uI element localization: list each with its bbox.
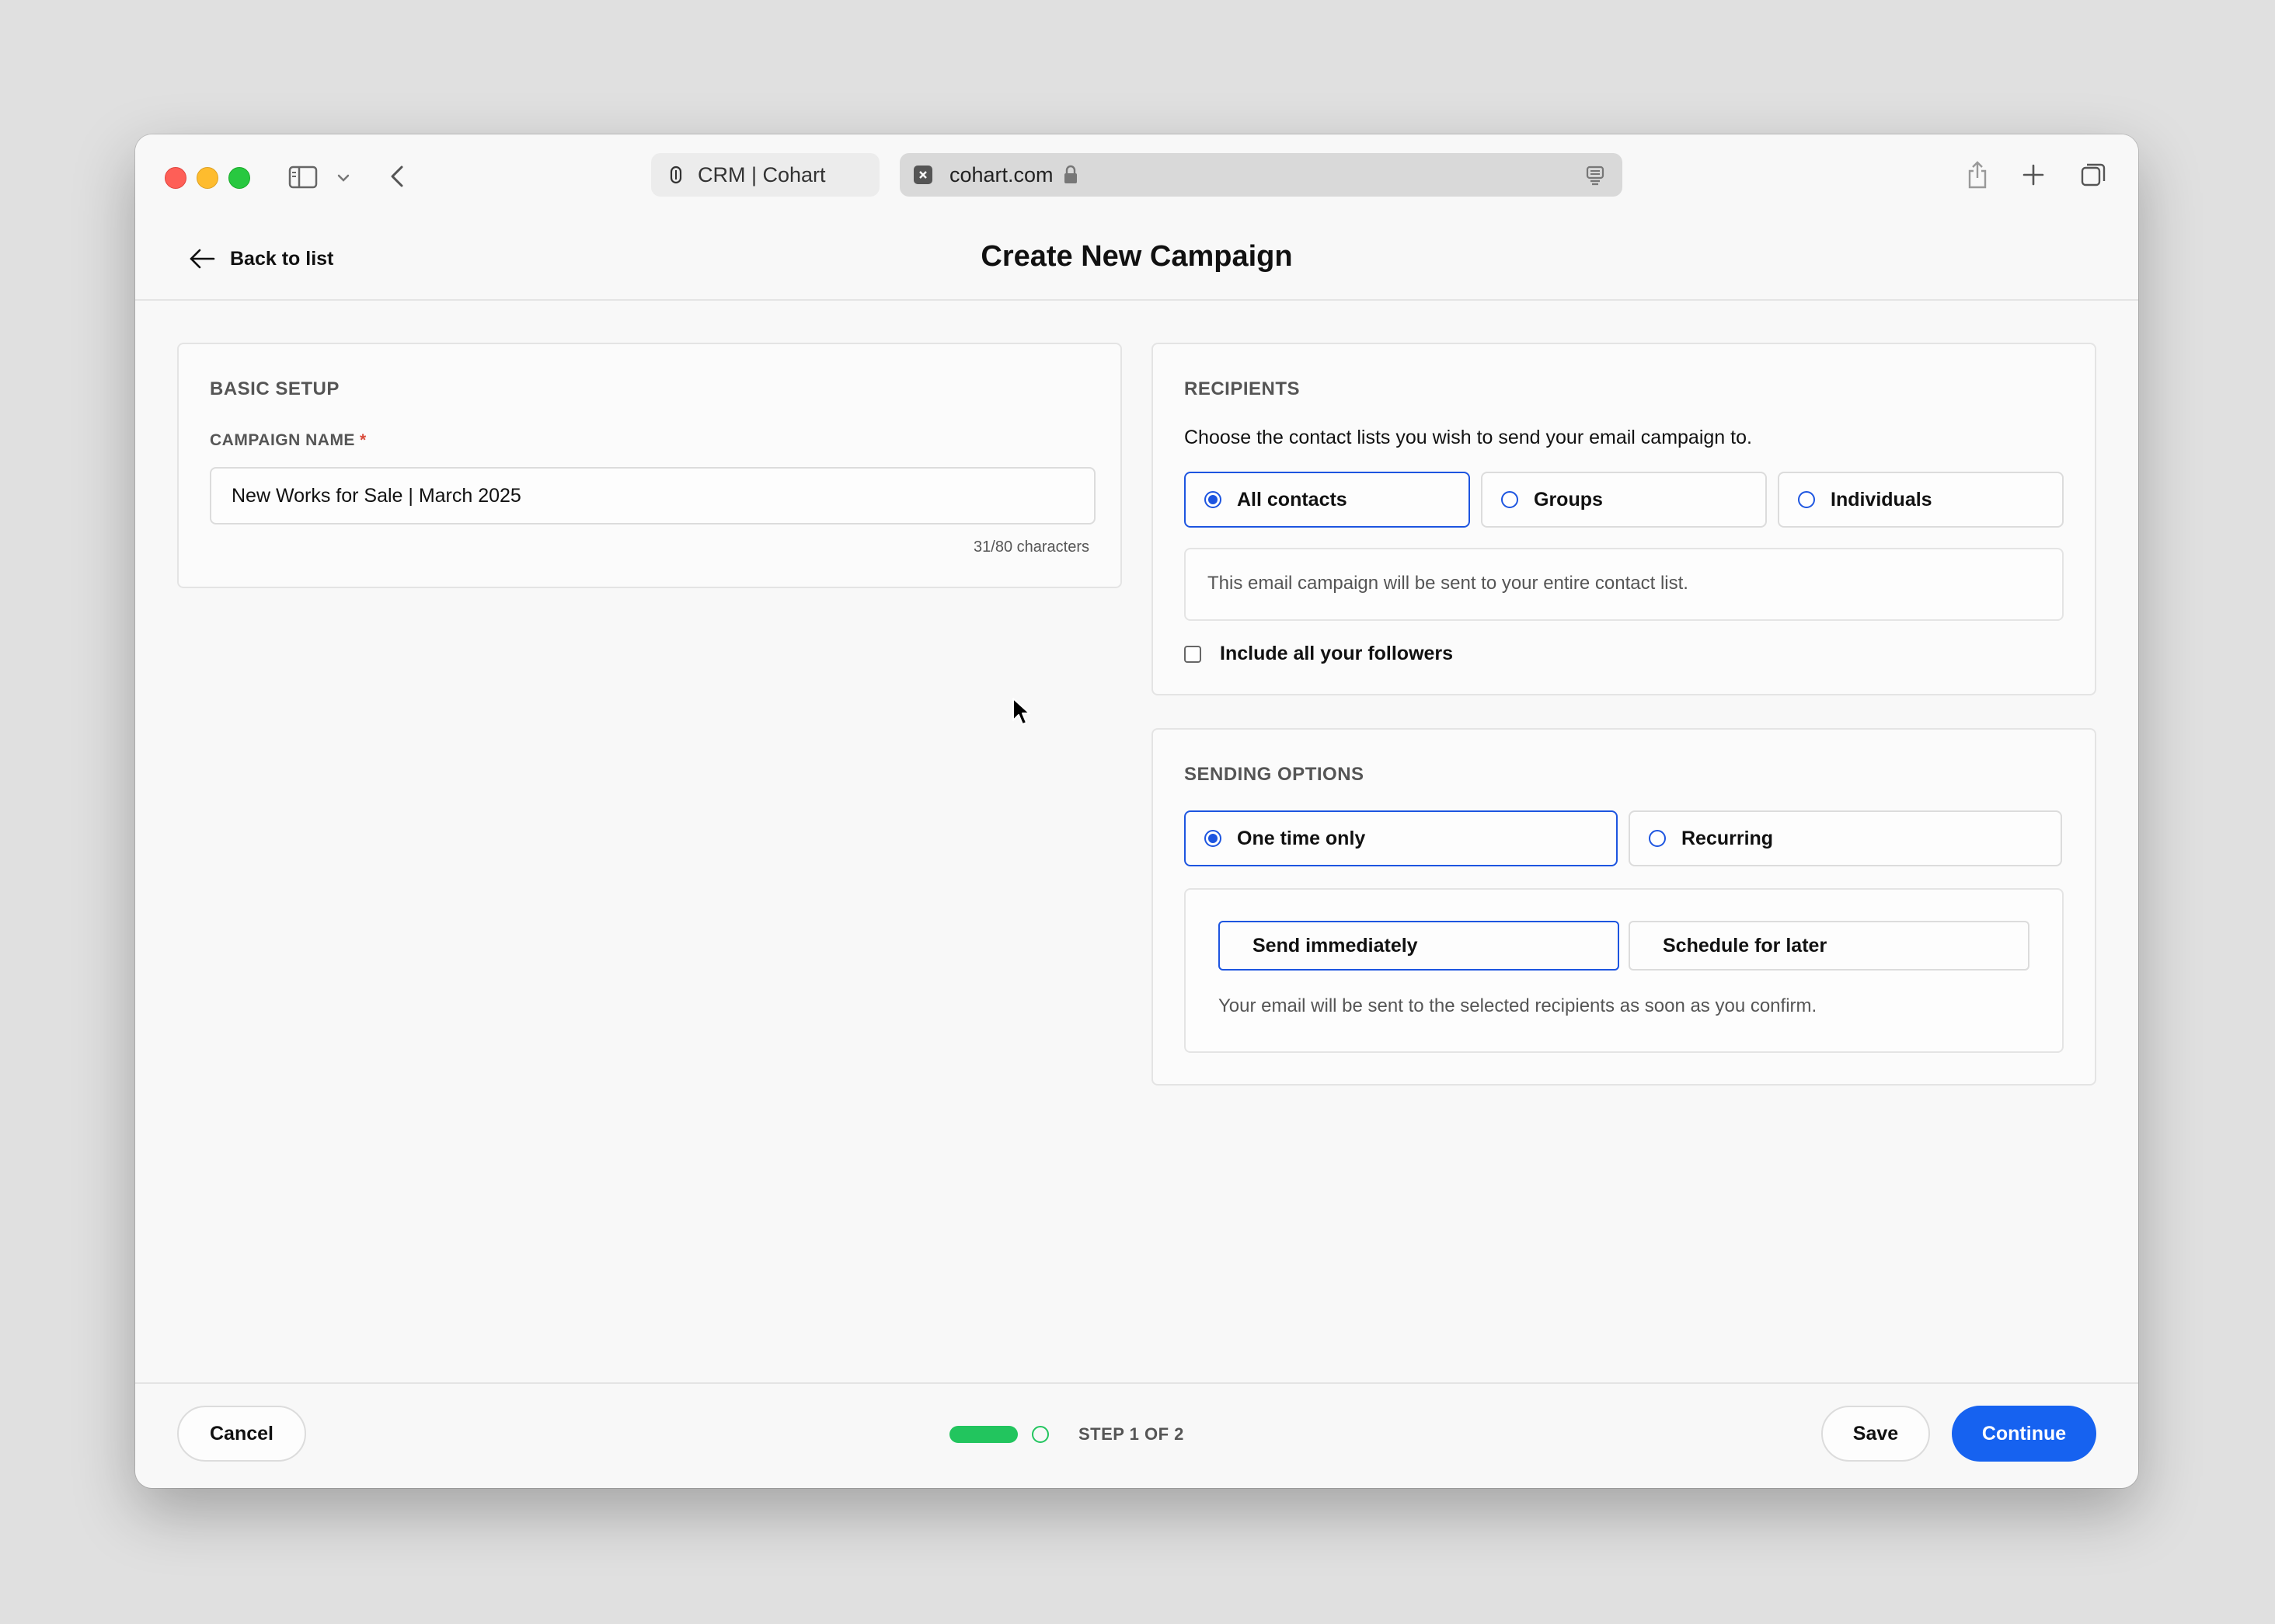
recipients-info-text: This email campaign will be sent to your… <box>1207 573 1688 594</box>
recipients-info-box: This email campaign will be sent to your… <box>1184 548 2064 621</box>
zoom-window-button[interactable] <box>228 167 250 189</box>
reader-mode-icon[interactable] <box>1585 166 1605 186</box>
campaign-name-input[interactable] <box>210 467 1096 524</box>
include-followers-row[interactable]: Include all your followers <box>1184 643 1453 665</box>
tab-overview-icon[interactable] <box>2078 159 2109 190</box>
send-timing-box: Send immediately Schedule for later Your… <box>1184 888 2064 1053</box>
tab-title: CRM | Cohart <box>698 162 826 186</box>
radio-unselected-icon <box>1798 491 1815 508</box>
radio-selected-icon <box>1204 491 1221 508</box>
basic-setup-card: BASIC SETUP CAMPAIGN NAME* 31/80 charact… <box>177 343 1122 588</box>
radio-unselected-icon <box>1649 830 1666 847</box>
sending-options-title: SENDING OPTIONS <box>1184 764 1364 785</box>
new-tab-plus-icon[interactable] <box>2020 161 2047 189</box>
tab-favicon-icon <box>667 166 685 184</box>
include-followers-label: Include all your followers <box>1220 643 1454 664</box>
step-label: STEP 1 OF 2 <box>1078 1424 1184 1444</box>
step-progress: STEP 1 OF 2 <box>949 1424 1184 1445</box>
lock-icon <box>1063 165 1078 185</box>
browser-window: CRM | Cohart cohart.com Back to list Cre… <box>135 134 2138 1488</box>
recipients-option-individuals[interactable]: Individuals <box>1778 472 2064 528</box>
browser-toolbar: CRM | Cohart cohart.com <box>135 134 2138 220</box>
character-count: 31/80 characters <box>974 538 1089 556</box>
address-text: cohart.com <box>949 162 1054 186</box>
share-icon[interactable] <box>1964 159 1991 190</box>
required-mark: * <box>359 431 367 449</box>
back-arrow-icon[interactable] <box>385 162 409 190</box>
chevron-down-icon[interactable] <box>334 169 353 187</box>
site-favicon-icon <box>914 166 932 184</box>
page-header: Back to list Create New Campaign <box>135 220 2138 301</box>
radio-unselected-icon <box>1501 491 1518 508</box>
sidebar-toggle-icon[interactable] <box>287 164 319 190</box>
minimize-window-button[interactable] <box>197 167 218 189</box>
close-window-button[interactable] <box>165 167 186 189</box>
footer-bar: Cancel STEP 1 OF 2 Save Continue <box>135 1382 2138 1488</box>
basic-setup-title: BASIC SETUP <box>210 378 340 399</box>
recipients-title: RECIPIENTS <box>1184 378 1301 399</box>
sending-options-card: SENDING OPTIONS One time only Recurring … <box>1151 728 2096 1086</box>
recipients-description: Choose the contact lists you wish to sen… <box>1184 427 1752 448</box>
send-immediately-button[interactable]: Send immediately <box>1218 921 1619 971</box>
continue-button[interactable]: Continue <box>1952 1406 2096 1462</box>
radio-selected-icon <box>1204 830 1221 847</box>
cancel-button[interactable]: Cancel <box>177 1406 306 1462</box>
address-bar[interactable]: cohart.com <box>900 153 1622 197</box>
send-timing-info-text: Your email will be sent to the selected … <box>1218 995 1817 1016</box>
save-button[interactable]: Save <box>1821 1406 1930 1462</box>
sending-option-one-time[interactable]: One time only <box>1184 810 1618 866</box>
include-followers-checkbox[interactable] <box>1184 645 1201 663</box>
page-title: Create New Campaign <box>981 240 1293 273</box>
recipients-option-groups[interactable]: Groups <box>1481 472 1767 528</box>
recipients-option-all-contacts[interactable]: All contacts <box>1184 472 1470 528</box>
step-pending-indicator <box>1032 1426 1049 1443</box>
mouse-cursor-icon <box>1012 697 1032 730</box>
browser-tab[interactable]: CRM | Cohart <box>651 153 880 197</box>
schedule-for-later-button[interactable]: Schedule for later <box>1629 921 2029 971</box>
sending-option-recurring[interactable]: Recurring <box>1629 810 2062 866</box>
recipients-card: RECIPIENTS Choose the contact lists you … <box>1151 343 2096 695</box>
campaign-name-label: CAMPAIGN NAME * <box>210 431 367 449</box>
step-complete-indicator <box>949 1426 1018 1443</box>
